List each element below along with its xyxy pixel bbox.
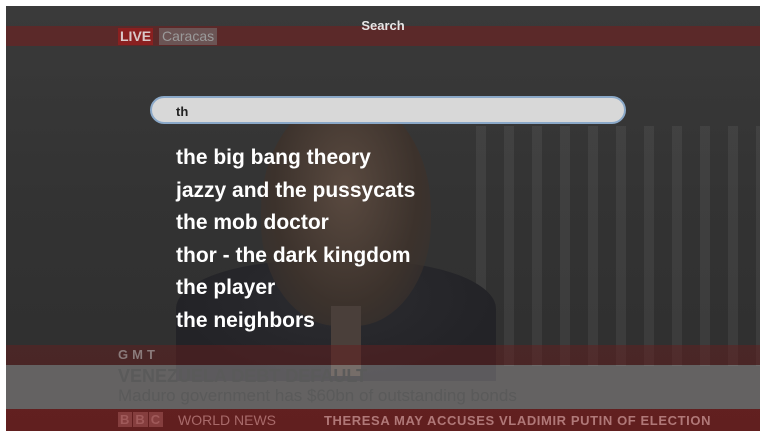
news-headline: VENEZUELA DEBT DEFAULT	[118, 366, 368, 386]
search-result-item[interactable]: the big bang theory	[176, 142, 415, 175]
search-result-item[interactable]: the player	[176, 272, 415, 305]
search-results-list: the big bang theory jazzy and the pussyc…	[176, 142, 415, 338]
channel-logo-b1: B	[118, 412, 133, 427]
search-input[interactable]: th	[150, 96, 626, 124]
channel-logo: BBC	[118, 412, 164, 427]
gmt-label: GMT	[118, 347, 159, 362]
page-title: Search	[361, 18, 405, 33]
search-result-item[interactable]: jazzy and the pussycats	[176, 175, 415, 208]
search-result-item[interactable]: the mob doctor	[176, 207, 415, 240]
search-input-value: th	[176, 104, 189, 119]
channel-logo-b2: B	[133, 412, 148, 427]
news-subline: Maduro government has $60bn of outstandi…	[118, 386, 517, 405]
channel-name: WORLD NEWS	[178, 412, 276, 428]
channel-logo-c: C	[148, 412, 164, 427]
news-ticker-text: THERESA MAY ACCUSES VLADIMIR PUTIN OF EL…	[324, 413, 712, 428]
background-video-stripes	[476, 126, 760, 366]
search-result-item[interactable]: thor - the dark kingdom	[176, 240, 415, 273]
search-result-item[interactable]: the neighbors	[176, 305, 415, 338]
